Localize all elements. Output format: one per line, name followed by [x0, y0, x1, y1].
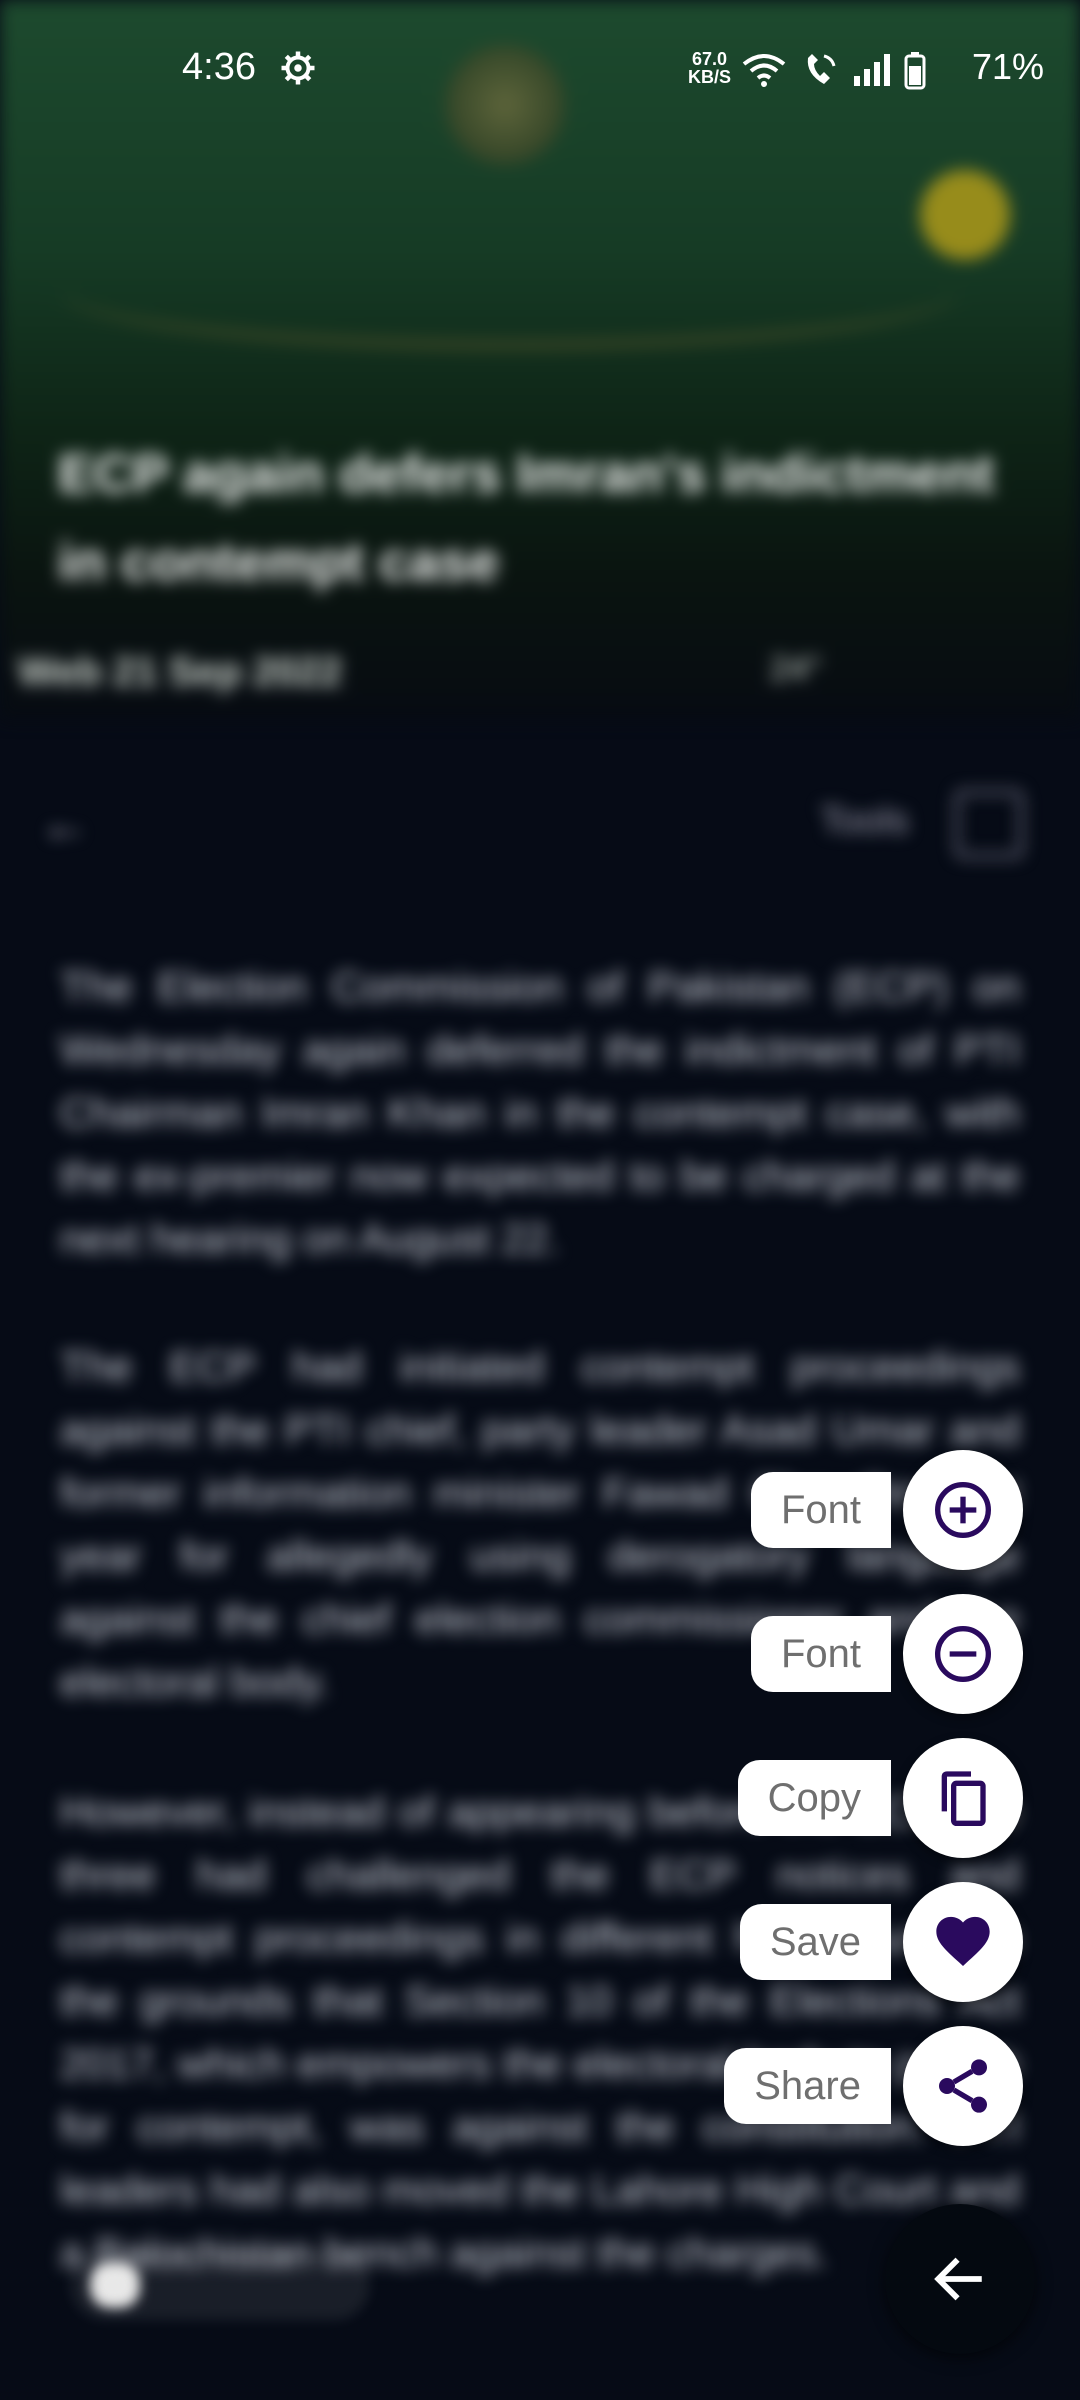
settings-gear-icon	[281, 51, 315, 85]
bottom-pill	[70, 2250, 370, 2320]
back-arrow-icon: ←	[40, 796, 90, 852]
font-increase-button[interactable]	[903, 1450, 1023, 1570]
network-speed: 67.0 KB/S	[688, 50, 731, 86]
save-label[interactable]: Save	[739, 1904, 891, 1980]
toolbar-label: Tools	[820, 800, 909, 842]
font-increase-label[interactable]: Font	[750, 1472, 891, 1548]
article-meta-right: 24°	[770, 650, 822, 688]
network-speed-value: 67.0	[691, 49, 728, 69]
copy-label[interactable]: Copy	[737, 1760, 891, 1836]
article-title: ECP again defers Imran's indictment in c…	[58, 444, 995, 592]
share-label[interactable]: Share	[724, 2048, 891, 2124]
battery-percentage: 71%	[972, 46, 1045, 87]
font-decrease-button[interactable]	[903, 1594, 1023, 1714]
wifi-icon	[742, 54, 786, 87]
share-icon	[939, 2059, 987, 2113]
wifi-calling-icon	[807, 54, 836, 84]
emblem-graphic	[920, 170, 1010, 260]
signal-icon	[854, 54, 890, 86]
copy-button[interactable]	[903, 1738, 1023, 1858]
copy-icon	[941, 1771, 986, 1826]
fab-item-font-increase: Font	[0, 1450, 1080, 1570]
status-icons	[742, 52, 926, 90]
arrow-left-icon	[934, 2257, 982, 2301]
share-button[interactable]	[903, 2026, 1023, 2146]
plus-circle-icon	[935, 1482, 991, 1538]
fab-item-copy: Copy	[0, 1738, 1080, 1858]
save-button[interactable]	[903, 1882, 1023, 2002]
calligraphy-graphic	[60, 230, 960, 350]
heart-icon	[936, 1916, 990, 1966]
font-decrease-label[interactable]: Font	[750, 1616, 891, 1692]
article-date: Web 21 Sep 2022	[18, 650, 342, 694]
battery-icon	[904, 52, 926, 90]
close-menu-button[interactable]	[885, 2204, 1035, 2354]
fab-item-save: Save	[0, 1882, 1080, 2002]
status-bar: 4:36 67.0 KB/S 71%	[0, 0, 1080, 140]
article-paragraph: The Election Commission of Pakistan (ECP…	[60, 963, 1020, 1262]
minus-circle-icon	[935, 1626, 991, 1682]
pill-dot	[90, 2262, 140, 2308]
network-speed-unit: KB/S	[688, 67, 732, 87]
fab-item-font-decrease: Font	[0, 1594, 1080, 1714]
toolbar-box-icon	[955, 790, 1023, 858]
fab-item-share: Share	[0, 2026, 1080, 2146]
status-time: 4:36	[182, 46, 256, 88]
